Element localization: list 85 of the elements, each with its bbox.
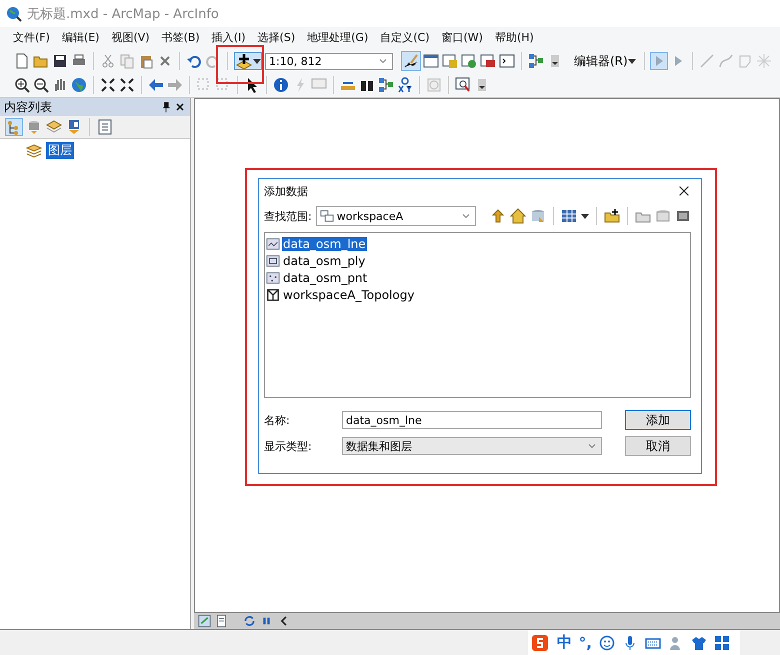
fixed-zoom-in-icon[interactable] [100,77,116,93]
view-grid-icon[interactable] [561,208,577,224]
new-document-icon[interactable] [14,53,30,69]
name-label: 名称: [264,412,291,428]
map-canvas[interactable]: 添加数据 查找范围: workspaceA data_osm_lne data_osm_ply data_osm_pnt workspaceA_Topology 名称: data_osm_lne 添加 显示类型: 数据集和图层 取消 [194,98,780,613]
add-data-button[interactable] [234,52,262,70]
look-in-dropdown[interactable]: workspaceA [316,206,476,226]
panel-title: 内容列表 [4,98,52,116]
find-route-icon[interactable] [378,77,394,93]
list-by-selection-icon[interactable] [66,119,82,135]
menu-item[interactable]: 书签(B) [156,31,205,45]
dataset-item[interactable]: data_osm_ply [282,254,366,268]
time-slider-icon[interactable] [426,77,442,93]
look-in-label: 查找范围: [264,208,312,224]
options-icon[interactable] [97,119,113,135]
type-label: 显示类型: [264,438,313,454]
server-icon[interactable] [675,208,691,224]
go-to-xy-icon[interactable] [397,77,413,93]
name-field[interactable]: data_osm_lne [342,411,602,429]
input-mode-toggle[interactable]: 中 [556,633,572,652]
table-window-icon[interactable] [423,53,439,69]
menu-item[interactable]: 插入(I) [206,31,251,45]
refresh-icon[interactable] [243,613,256,629]
plus-layer-icon [235,53,253,69]
smiley-icon[interactable] [599,634,615,650]
menu-item[interactable]: 地理处理(G) [302,31,374,45]
up-folder-icon[interactable] [490,208,506,224]
home-icon[interactable] [510,208,526,224]
list-by-visibility-icon[interactable] [46,119,62,135]
pin-icon[interactable] [160,99,172,115]
caret-icon [253,58,261,64]
undo-icon[interactable] [186,53,202,69]
paste-icon[interactable] [138,53,154,69]
dialog-title: 添加数据 [264,184,308,198]
model-builder-icon[interactable] [528,53,544,69]
caret-icon [628,58,636,64]
app-logo-icon [6,6,22,22]
type-dropdown[interactable]: 数据集和图层 [342,437,602,455]
menu-item[interactable]: 自定义(C) [375,31,434,45]
magnifier-window-icon[interactable] [455,77,471,93]
command-window-icon[interactable] [499,53,515,69]
toolbox-window-icon[interactable] [480,53,496,69]
layer-item[interactable]: 图层 [46,142,74,159]
menu-item[interactable]: 文件(F) [8,31,55,45]
back-arrow-icon[interactable] [148,77,164,93]
data-view-icon[interactable] [198,613,211,629]
globe-icon[interactable] [71,77,87,93]
search-window-icon[interactable] [461,53,477,69]
line-feature-icon [266,236,280,252]
polygon-feature-icon [266,252,280,268]
fixed-zoom-out-icon[interactable] [119,77,135,93]
grid-icon[interactable] [714,634,730,650]
save-icon[interactable] [52,53,68,69]
zoom-in-icon[interactable] [14,77,30,93]
cut-icon[interactable] [100,53,116,69]
dataset-item[interactable]: data_osm_pnt [282,270,368,284]
cancel-button[interactable]: 取消 [625,436,691,456]
point-feature-icon [266,270,280,286]
identify-icon[interactable] [273,77,289,93]
highlight-frame [216,45,264,84]
caret-icon[interactable] [581,214,589,218]
dataset-item[interactable]: workspaceA_Topology [282,288,416,302]
scale-field[interactable]: 1:10, 812 [265,52,393,70]
menu-item[interactable]: 选择(S) [252,31,300,45]
punctuation-toggle[interactable]: °, [578,634,592,652]
shirt-icon[interactable] [691,634,707,650]
layers-icon [26,142,42,158]
edit-pencil-icon [403,53,419,69]
menu-item[interactable]: 编辑(E) [56,31,104,45]
menu-item[interactable]: 帮助(H) [490,31,539,45]
add-button[interactable]: 添加 [625,410,691,430]
menu-item[interactable]: 窗口(W) [436,31,488,45]
editing-toolbar-button[interactable] [402,52,420,70]
dataset-item[interactable]: data_osm_lne [282,236,367,250]
input-method-logo-icon[interactable] [530,634,550,650]
database-icon[interactable] [655,208,671,224]
new-folder-icon[interactable] [604,208,620,224]
topology-icon [266,286,280,302]
menu-item[interactable]: 视图(V) [106,31,155,45]
catalog-window-icon[interactable] [442,53,458,69]
zoom-out-icon[interactable] [33,77,49,93]
editor-menu-button[interactable]: 编辑器(R) [572,52,638,70]
workspace-icon [320,208,334,224]
window-title: 无标题.mxd - ArcMap - ArcInfo [27,6,219,22]
layout-view-icon[interactable] [215,613,228,629]
